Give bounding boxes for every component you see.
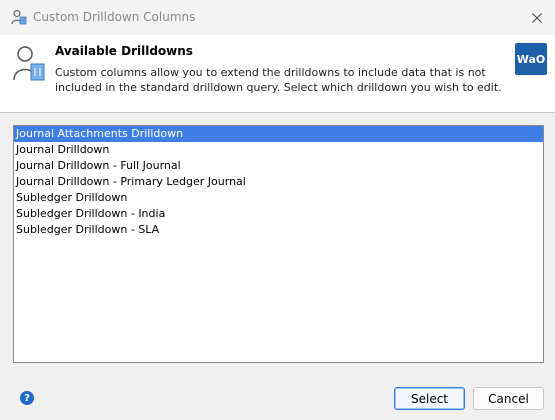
cancel-button[interactable]: Cancel <box>473 387 544 410</box>
help-button[interactable]: ? <box>20 391 34 405</box>
list-item[interactable]: Subledger Drilldown <box>14 190 543 206</box>
user-columns-icon <box>13 46 45 81</box>
close-button[interactable] <box>519 0 555 35</box>
list-item[interactable]: Subledger Drilldown - India <box>14 206 543 222</box>
list-item[interactable]: Journal Drilldown - Full Journal <box>14 158 543 174</box>
header-title: Available Drilldowns <box>55 44 193 58</box>
list-item[interactable]: Journal Drilldown - Primary Ledger Journ… <box>14 174 543 190</box>
dialog-body: Journal Attachments Drilldown Journal Dri… <box>0 113 555 420</box>
select-button[interactable]: Select <box>394 387 465 410</box>
header-description: Custom columns allow you to extend the d… <box>55 66 502 94</box>
drilldown-list[interactable]: Journal Attachments Drilldown Journal Dri… <box>13 125 544 363</box>
list-item[interactable]: Subledger Drilldown - SLA <box>14 222 543 238</box>
user-columns-icon <box>11 9 27 25</box>
wao-logo: WaO <box>515 43 547 75</box>
close-icon <box>532 12 542 23</box>
title-bar: Custom Drilldown Columns <box>0 0 555 35</box>
list-item[interactable]: Journal Drilldown <box>14 142 543 158</box>
window-title: Custom Drilldown Columns <box>33 10 196 24</box>
list-item[interactable]: Journal Attachments Drilldown <box>14 126 543 142</box>
dialog-header: Available Drilldowns Custom columns allo… <box>0 35 555 99</box>
